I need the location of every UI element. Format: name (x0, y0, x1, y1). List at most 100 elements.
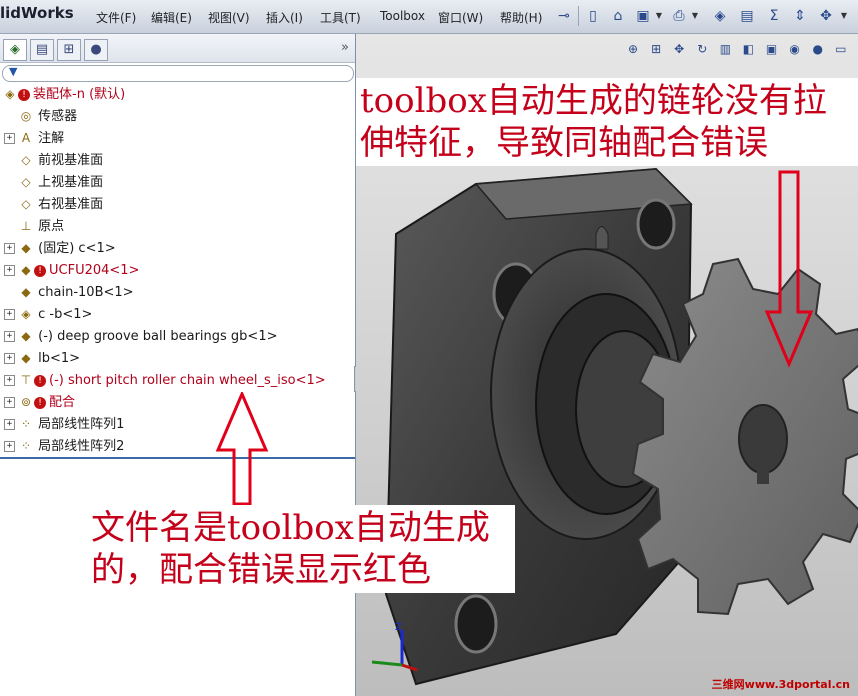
error-icon: ! (34, 265, 46, 277)
expand-toggle-icon[interactable]: + (4, 375, 15, 386)
bearing-housing (384, 167, 693, 686)
menu-edit[interactable]: 编辑(E) (151, 9, 192, 26)
coordinate-triad: Z (371, 622, 418, 672)
feature-manager-tab[interactable]: ◈ (3, 39, 27, 61)
tree-item-label: 右视基准面 (38, 197, 104, 212)
tree-item[interactable]: ◇ 前视基准面 (18, 150, 103, 170)
menu-toolbox[interactable]: Toolbox (380, 9, 425, 23)
appearance-tab[interactable]: ● (84, 39, 108, 61)
tree-item-label: UCFU204<1> (49, 263, 140, 278)
watermark: 三维网www.3dportal.cn (711, 678, 850, 691)
menu-file[interactable]: 文件(F) (96, 9, 136, 26)
part-icon: ◆ (21, 263, 31, 277)
tree-item-label: 局部线性阵列1 (38, 417, 125, 432)
tree-item[interactable]: ◇ 上视基准面 (18, 172, 103, 192)
part-icon: ◆ (21, 329, 31, 343)
tree-item-label: 注解 (38, 131, 65, 146)
tree-item-label: 上视基准面 (38, 175, 104, 190)
rollback-bar[interactable] (0, 457, 355, 459)
pan-icon[interactable]: ✥ (816, 6, 836, 26)
tree-item[interactable]: ◆ chain-10B<1> (18, 282, 134, 302)
expand-toggle-icon[interactable]: + (4, 133, 15, 144)
menu-window[interactable]: 窗口(W) (438, 9, 483, 26)
options-icon[interactable]: ▤ (737, 6, 757, 26)
rebuild-icon[interactable]: ◈ (710, 6, 730, 26)
expand-toggle-icon[interactable]: + (4, 397, 15, 408)
tree-item-label: 局部线性阵列2 (38, 439, 125, 454)
sum-icon[interactable]: Σ (764, 6, 784, 26)
tree-item[interactable]: ◈! 装配体-n (默认) (2, 84, 125, 104)
tree-item[interactable]: + ⊚! 配合 (4, 392, 76, 412)
tree-item-label: lb<1> (38, 351, 81, 366)
pattern-icon: ⁘ (20, 439, 32, 453)
menu-tools[interactable]: 工具(T) (320, 9, 361, 26)
tree-item[interactable]: ⊥ 原点 (18, 216, 64, 236)
tree-item[interactable]: + A 注解 (4, 128, 65, 148)
expand-toggle-icon[interactable]: + (4, 441, 15, 452)
menu-view[interactable]: 视图(V) (208, 9, 250, 26)
tree-item-label: 装配体-n (默认) (33, 87, 126, 102)
open-folder-icon[interactable]: ⌂ (608, 6, 628, 26)
filter-icon[interactable]: ▼ (9, 65, 17, 78)
tree-item[interactable]: + ⁘ 局部线性阵列2 (4, 436, 125, 456)
error-icon: ! (34, 397, 46, 409)
toolbar-separator (578, 6, 579, 26)
app-title: lidWorks (0, 4, 74, 22)
plane-icon: ◇ (21, 153, 31, 167)
tree-item[interactable]: + ⊤! (-) short pitch roller chain wheel_s_… (4, 370, 326, 390)
property-manager-tab[interactable]: ▤ (30, 39, 54, 61)
configuration-manager-tab[interactable]: ⊞ (57, 39, 81, 61)
annotation-note-bottom: 文件名是toolbox自动生成的，配合错误显示红色 (87, 505, 515, 593)
expand-toggle-icon[interactable]: + (4, 331, 15, 342)
expand-toggle-icon[interactable]: + (4, 243, 15, 254)
panel-tabs: ◈ ▤ ⊞ ● » (0, 34, 355, 63)
assembly-icon: ◈ (5, 87, 15, 101)
expand-toggle-icon[interactable]: + (4, 265, 15, 276)
tree-item[interactable]: ◎ 传感器 (18, 106, 77, 126)
triad-z-label: Z (395, 622, 402, 633)
tree-item[interactable]: + ◆ (固定) c<1> (4, 238, 116, 258)
tree-item[interactable]: + ◆ lb<1> (4, 348, 81, 368)
collapse-chevron-icon[interactable]: » (341, 40, 349, 55)
feature-manager-panel: ◈ ▤ ⊞ ● » ▼ ◈! 装配体-n (默认) ◎ 传感器 + A 注解 ◇ 前视基准… (0, 34, 356, 696)
menu-help[interactable]: 帮助(H) (500, 9, 542, 26)
part-icon: ◆ (21, 285, 31, 299)
subassembly-icon: ◈ (21, 307, 31, 321)
tree-filter[interactable]: ▼ (2, 65, 354, 82)
tree-item[interactable]: + ◈ c -b<1> (4, 304, 92, 324)
part-icon: ◆ (21, 241, 31, 255)
pin-icon[interactable]: ⊸ (554, 6, 574, 26)
tree-item-label: 原点 (38, 219, 65, 234)
save-icon[interactable]: ▣ (633, 6, 653, 26)
origin-icon: ⊥ (20, 219, 32, 233)
tree-item[interactable]: + ◆! UCFU204<1> (4, 260, 140, 280)
tree-item[interactable]: + ◆ (-) deep groove ball bearings gb<1> (4, 326, 278, 346)
more-dropdown-icon[interactable]: ▼ (840, 6, 848, 26)
annotation-icon: A (21, 131, 31, 145)
tree-item-label: (-) short pitch roller chain wheel_s_iso… (49, 373, 326, 388)
menu-insert[interactable]: 插入(I) (266, 9, 303, 26)
tree-item-label: (固定) c<1> (38, 241, 116, 256)
part-icon: ◆ (21, 351, 31, 365)
expand-toggle-icon[interactable]: + (4, 353, 15, 364)
tree-item-label: (-) deep groove ball bearings gb<1> (38, 329, 278, 344)
annotation-note-top: toolbox自动生成的链轮没有拉伸特征，导致同轴配合错误 (356, 78, 858, 166)
print-dropdown-icon[interactable]: ▼ (691, 6, 699, 26)
move-icon[interactable]: ⇕ (790, 6, 810, 26)
expand-toggle-icon[interactable]: + (4, 419, 15, 430)
toolbox-part-icon: ⊤ (20, 373, 32, 387)
expand-toggle-icon[interactable]: + (4, 309, 15, 320)
sensor-icon: ◎ (20, 109, 32, 123)
new-document-icon[interactable]: ▯ (583, 6, 603, 26)
mates-icon: ⊚ (20, 395, 32, 409)
menu-bar: lidWorks 文件(F) 编辑(E) 视图(V) 插入(I) 工具(T) T… (0, 0, 858, 34)
pattern-icon: ⁘ (20, 417, 32, 431)
tree-item-label: chain-10B<1> (38, 285, 134, 300)
tree-item[interactable]: ◇ 右视基准面 (18, 194, 103, 214)
error-icon: ! (18, 89, 30, 101)
tree-item-label: 配合 (49, 395, 76, 410)
tree-item-label: 前视基准面 (38, 153, 104, 168)
save-dropdown-icon[interactable]: ▼ (655, 6, 663, 26)
print-icon[interactable]: ⎙ (669, 6, 689, 26)
tree-item[interactable]: + ⁘ 局部线性阵列1 (4, 414, 125, 434)
